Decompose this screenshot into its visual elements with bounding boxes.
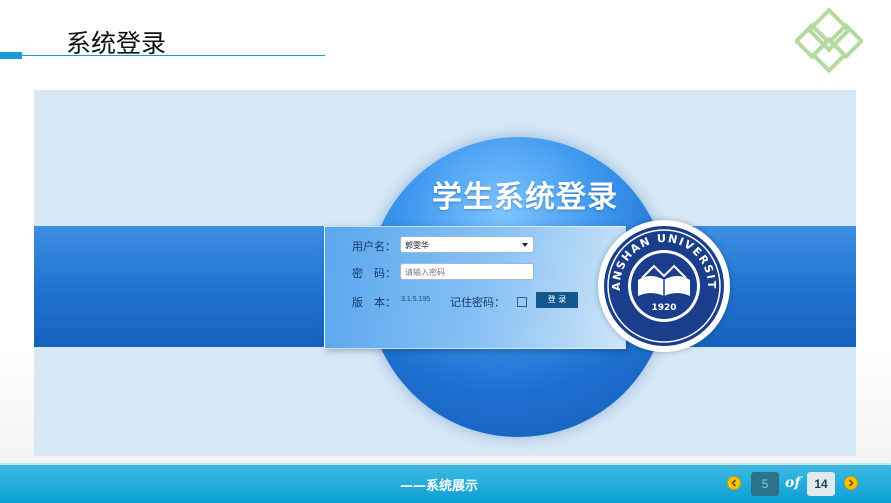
remember-password-label: 记住密码：: [450, 296, 505, 309]
title-underline: [22, 55, 325, 56]
title-accent-bar: [0, 52, 22, 59]
page-of-label: of: [785, 475, 801, 491]
next-page-button[interactable]: [844, 476, 858, 490]
university-emblem: YANSHAN UNIVERSITY 1920: [592, 210, 730, 352]
chevron-left-icon: [731, 479, 737, 487]
login-button[interactable]: 登 录: [536, 292, 578, 308]
username-label: 用户名：: [352, 240, 396, 253]
current-page-indicator[interactable]: 5: [751, 472, 779, 496]
total-pages-indicator: 14: [807, 472, 835, 496]
remember-password-checkbox[interactable]: [517, 297, 527, 307]
password-label: 密 码：: [352, 267, 396, 280]
yanshan-university-seal-icon: YANSHAN UNIVERSITY 1920: [592, 210, 724, 346]
password-placeholder: 请输入密码: [405, 268, 445, 277]
version-value: 3.1.5.195: [401, 296, 431, 303]
login-screenshot: 学生系统登录 用户名： 郭雯华 密 码： 请输入密码 版 本： 3.1.5.19…: [34, 90, 856, 456]
username-select[interactable]: 郭雯华: [400, 236, 534, 253]
logo-mark-icon: [793, 7, 865, 74]
password-field[interactable]: 请输入密码: [400, 263, 534, 280]
chevron-right-icon: [848, 479, 854, 487]
chevron-down-icon[interactable]: [522, 243, 528, 247]
footer-caption: ——系统展示: [400, 479, 479, 494]
seal-year: 1920: [651, 303, 676, 313]
username-value: 郭雯华: [405, 241, 429, 250]
version-label: 版 本：: [352, 296, 396, 309]
login-heading: 学生系统登录: [432, 180, 618, 215]
prev-page-button[interactable]: [727, 476, 741, 490]
